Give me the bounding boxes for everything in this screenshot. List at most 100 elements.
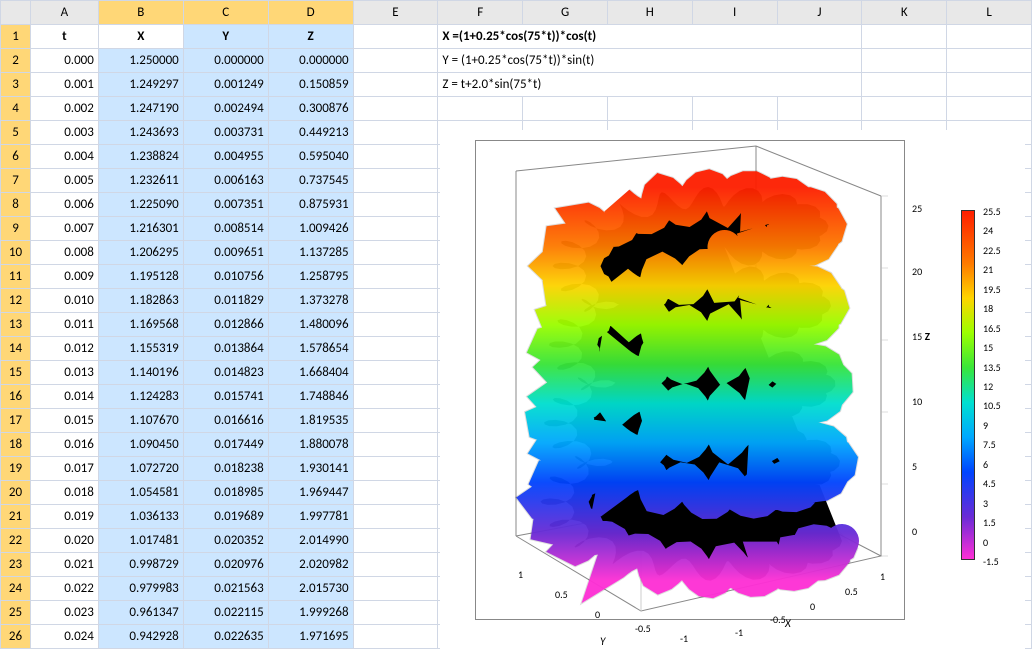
cell-C14[interactable]: 0.013864 bbox=[183, 337, 268, 361]
row-header-4[interactable]: 4 bbox=[1, 97, 31, 121]
cell-C3[interactable]: 0.001249 bbox=[183, 73, 268, 97]
cell-B25[interactable]: 0.961347 bbox=[98, 601, 183, 625]
cell-B7[interactable]: 1.232611 bbox=[98, 169, 183, 193]
cell-H4[interactable] bbox=[607, 97, 692, 121]
cell-A20[interactable]: 0.018 bbox=[30, 481, 98, 505]
cell-A17[interactable]: 0.015 bbox=[30, 409, 98, 433]
col-header-I[interactable]: I bbox=[692, 1, 777, 25]
cell-D13[interactable]: 1.480096 bbox=[268, 313, 353, 337]
cell-B9[interactable]: 1.216301 bbox=[98, 217, 183, 241]
row-header-3[interactable]: 3 bbox=[1, 73, 31, 97]
col-header-D[interactable]: D bbox=[268, 1, 353, 25]
cell-D21[interactable]: 1.997781 bbox=[268, 505, 353, 529]
cell-E24[interactable] bbox=[353, 577, 438, 601]
cell-D23[interactable]: 2.020982 bbox=[268, 553, 353, 577]
cell-A13[interactable]: 0.011 bbox=[30, 313, 98, 337]
cell-E15[interactable] bbox=[353, 361, 438, 385]
cell-K4[interactable] bbox=[862, 97, 947, 121]
cell-E23[interactable] bbox=[353, 553, 438, 577]
cell-A19[interactable]: 0.017 bbox=[30, 457, 98, 481]
cell-A16[interactable]: 0.014 bbox=[30, 385, 98, 409]
cell-A22[interactable]: 0.020 bbox=[30, 529, 98, 553]
cell-D9[interactable]: 1.009426 bbox=[268, 217, 353, 241]
cell-A24[interactable]: 0.022 bbox=[30, 577, 98, 601]
cell-D17[interactable]: 1.819535 bbox=[268, 409, 353, 433]
cell-B24[interactable]: 0.979983 bbox=[98, 577, 183, 601]
cell-B20[interactable]: 1.054581 bbox=[98, 481, 183, 505]
cell-B26[interactable]: 0.942928 bbox=[98, 625, 183, 649]
cell-C19[interactable]: 0.018238 bbox=[183, 457, 268, 481]
cell-D6[interactable]: 0.595040 bbox=[268, 145, 353, 169]
select-all-corner[interactable] bbox=[1, 1, 31, 25]
cell-C2[interactable]: 0.000000 bbox=[183, 49, 268, 73]
cell-D10[interactable]: 1.137285 bbox=[268, 241, 353, 265]
row-header-19[interactable]: 19 bbox=[1, 457, 31, 481]
cell-D20[interactable]: 1.969447 bbox=[268, 481, 353, 505]
cell-D25[interactable]: 1.999268 bbox=[268, 601, 353, 625]
col-header-F[interactable]: F bbox=[438, 1, 523, 25]
cell-B8[interactable]: 1.225090 bbox=[98, 193, 183, 217]
cell-B19[interactable]: 1.072720 bbox=[98, 457, 183, 481]
cell-E2[interactable] bbox=[353, 49, 438, 73]
cell-A10[interactable]: 0.008 bbox=[30, 241, 98, 265]
row-header-1[interactable]: 1 bbox=[1, 25, 31, 49]
cell-A25[interactable]: 0.023 bbox=[30, 601, 98, 625]
cell-E7[interactable] bbox=[353, 169, 438, 193]
cell-D19[interactable]: 1.930141 bbox=[268, 457, 353, 481]
cell-D12[interactable]: 1.373278 bbox=[268, 289, 353, 313]
cell-C18[interactable]: 0.017449 bbox=[183, 433, 268, 457]
cell-A21[interactable]: 0.019 bbox=[30, 505, 98, 529]
cell-C10[interactable]: 0.009651 bbox=[183, 241, 268, 265]
cell-C9[interactable]: 0.008514 bbox=[183, 217, 268, 241]
cell-E8[interactable] bbox=[353, 193, 438, 217]
cell-K3[interactable] bbox=[862, 73, 947, 97]
cell-K2[interactable] bbox=[862, 49, 947, 73]
cell-D26[interactable]: 1.971695 bbox=[268, 625, 353, 649]
cell-E4[interactable] bbox=[353, 97, 438, 121]
col-header-A[interactable]: A bbox=[30, 1, 98, 25]
cell-D16[interactable]: 1.748846 bbox=[268, 385, 353, 409]
cell-F1[interactable]: X =(1+0.25*cos(75*t))*cos(t) bbox=[438, 25, 862, 49]
cell-D4[interactable]: 0.300876 bbox=[268, 97, 353, 121]
cell-B22[interactable]: 1.017481 bbox=[98, 529, 183, 553]
cell-B4[interactable]: 1.247190 bbox=[98, 97, 183, 121]
cell-B17[interactable]: 1.107670 bbox=[98, 409, 183, 433]
cell-A8[interactable]: 0.006 bbox=[30, 193, 98, 217]
row-header-26[interactable]: 26 bbox=[1, 625, 31, 649]
cell-A23[interactable]: 0.021 bbox=[30, 553, 98, 577]
cell-E1[interactable] bbox=[353, 25, 438, 49]
cell-E12[interactable] bbox=[353, 289, 438, 313]
row-header-9[interactable]: 9 bbox=[1, 217, 31, 241]
row-header-21[interactable]: 21 bbox=[1, 505, 31, 529]
col-header-J[interactable]: J bbox=[777, 1, 862, 25]
cell-A1[interactable]: t bbox=[30, 25, 98, 49]
cell-B21[interactable]: 1.036133 bbox=[98, 505, 183, 529]
row-header-5[interactable]: 5 bbox=[1, 121, 31, 145]
cell-A5[interactable]: 0.003 bbox=[30, 121, 98, 145]
cell-C7[interactable]: 0.006163 bbox=[183, 169, 268, 193]
cell-A3[interactable]: 0.001 bbox=[30, 73, 98, 97]
col-header-K[interactable]: K bbox=[862, 1, 947, 25]
cell-F2[interactable]: Y = (1+0.25*cos(75*t))*sin(t) bbox=[438, 49, 862, 73]
cell-A2[interactable]: 0.000 bbox=[30, 49, 98, 73]
row-header-23[interactable]: 23 bbox=[1, 553, 31, 577]
cell-C21[interactable]: 0.019689 bbox=[183, 505, 268, 529]
cell-L3[interactable] bbox=[947, 73, 1032, 97]
cell-D5[interactable]: 0.449213 bbox=[268, 121, 353, 145]
row-header-2[interactable]: 2 bbox=[1, 49, 31, 73]
cell-C23[interactable]: 0.020976 bbox=[183, 553, 268, 577]
embedded-3d-chart[interactable]: Z X Y 25 20 15 10 5 0 1 0.5 0 -0.5 -1 1 … bbox=[440, 130, 1025, 650]
cell-B3[interactable]: 1.249297 bbox=[98, 73, 183, 97]
cell-C17[interactable]: 0.016616 bbox=[183, 409, 268, 433]
cell-B16[interactable]: 1.124283 bbox=[98, 385, 183, 409]
cell-A12[interactable]: 0.010 bbox=[30, 289, 98, 313]
cell-B23[interactable]: 0.998729 bbox=[98, 553, 183, 577]
row-header-25[interactable]: 25 bbox=[1, 601, 31, 625]
cell-E25[interactable] bbox=[353, 601, 438, 625]
cell-B2[interactable]: 1.250000 bbox=[98, 49, 183, 73]
cell-A26[interactable]: 0.024 bbox=[30, 625, 98, 649]
cell-A11[interactable]: 0.009 bbox=[30, 265, 98, 289]
row-header-20[interactable]: 20 bbox=[1, 481, 31, 505]
cell-C4[interactable]: 0.002494 bbox=[183, 97, 268, 121]
row-header-12[interactable]: 12 bbox=[1, 289, 31, 313]
